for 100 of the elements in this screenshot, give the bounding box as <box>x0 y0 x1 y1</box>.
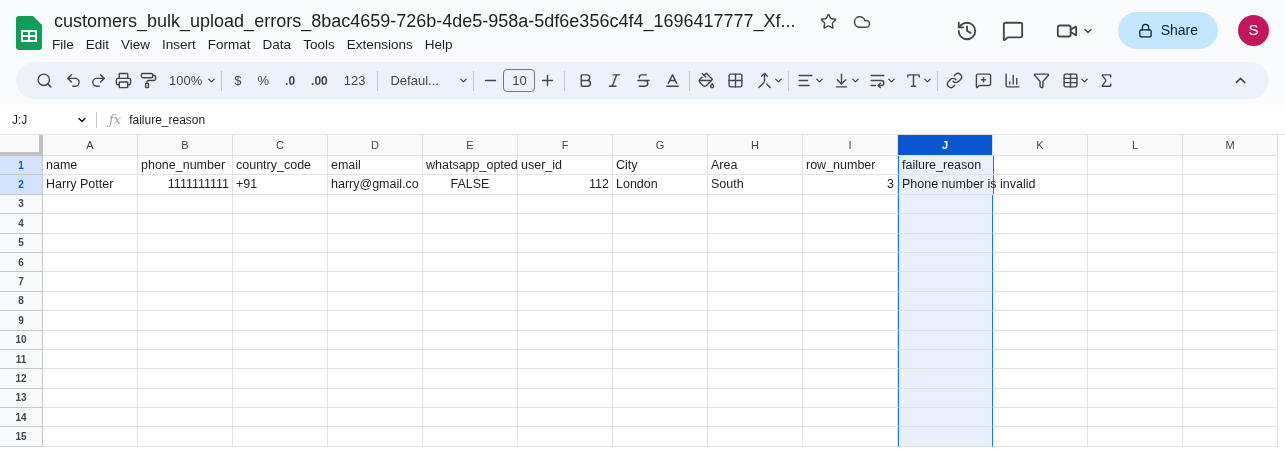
grid-cell[interactable] <box>898 427 993 447</box>
history-icon[interactable] <box>955 19 978 42</box>
grid-cell[interactable] <box>898 408 993 428</box>
cell-text: phone_number <box>141 156 226 174</box>
menu-item[interactable]: Insert <box>156 35 202 56</box>
grid-cell[interactable]: 1111111111 <box>138 175 233 195</box>
grid-cell[interactable] <box>898 369 993 389</box>
menu-item[interactable]: Tools <box>297 35 341 56</box>
column-header[interactable]: D <box>328 135 423 156</box>
grid-cell[interactable]: phone_number <box>138 156 233 176</box>
grid-cell[interactable]: user_id <box>518 156 613 176</box>
grid-cell[interactable]: City <box>613 156 708 176</box>
avatar[interactable]: S <box>1238 15 1269 46</box>
row-header[interactable]: 15 <box>0 427 43 447</box>
caret-icon <box>1079 75 1091 86</box>
font-select[interactable]: Defaul... <box>382 66 463 95</box>
cell-text: South <box>711 176 744 194</box>
column-header[interactable]: H <box>708 135 803 156</box>
grid-cell[interactable]: 112 <box>518 175 613 195</box>
comment-icon[interactable] <box>1001 19 1024 42</box>
select-all-corner[interactable] <box>0 135 43 156</box>
caret-icon <box>850 75 862 86</box>
cell-text: user_id <box>521 156 562 174</box>
row-header[interactable]: 2 <box>0 175 43 195</box>
row-header[interactable]: 7 <box>0 272 43 292</box>
number-format-button[interactable]: 123 <box>335 66 374 95</box>
grid-cell[interactable] <box>898 330 993 350</box>
grid-cell[interactable]: email <box>328 156 423 176</box>
grid-cell[interactable] <box>898 233 993 253</box>
zoom-select[interactable]: 100% <box>161 66 211 95</box>
caret-icon <box>458 75 470 86</box>
column-header[interactable]: L <box>1088 135 1183 156</box>
font-size-field[interactable]: 10 <box>503 69 536 92</box>
cell-text: Harry Potter <box>46 176 114 194</box>
grid-cell[interactable] <box>898 388 993 409</box>
currency-button[interactable]: $ <box>226 66 250 95</box>
decrease-decimal-button[interactable]: .0 <box>277 66 304 95</box>
spreadsheet-logo-icon[interactable] <box>16 16 42 50</box>
column-header[interactable]: M <box>1183 135 1278 156</box>
grid-cell[interactable] <box>898 311 993 331</box>
cell-text: 112 <box>589 176 609 194</box>
cell-text: Area <box>711 156 738 174</box>
menu-item[interactable]: File <box>46 35 80 56</box>
menu-item[interactable]: Format <box>201 35 257 56</box>
column-header[interactable]: K <box>993 135 1088 156</box>
row-header[interactable]: 9 <box>0 311 43 331</box>
column-header[interactable]: F <box>518 135 613 156</box>
column-header[interactable]: A <box>43 135 138 156</box>
grid-cell[interactable]: +91 <box>233 175 328 195</box>
increase-decimal-button[interactable]: .00 <box>303 66 336 95</box>
star-icon[interactable] <box>819 13 837 30</box>
row-header[interactable]: 1 <box>0 156 43 176</box>
percent-button[interactable]: % <box>249 66 278 95</box>
share-button[interactable]: Share <box>1117 12 1218 49</box>
caret-icon <box>206 75 218 86</box>
grid-cell[interactable] <box>898 291 993 312</box>
grid-cell[interactable]: failure_reason <box>898 156 1088 176</box>
grid-cell[interactable]: Area <box>708 156 803 176</box>
row-header[interactable]: 4 <box>0 214 43 234</box>
name-box[interactable]: J:J <box>0 110 96 129</box>
cell-text: City <box>616 156 638 174</box>
cell-text: failure_reason <box>902 156 982 174</box>
lock-icon <box>1137 23 1153 38</box>
cell-text: country_code <box>236 156 312 174</box>
grid-cell[interactable] <box>898 272 993 292</box>
menu-item[interactable]: View <box>115 35 157 56</box>
caret-icon <box>773 75 785 86</box>
menu-item[interactable]: Extensions <box>340 35 419 56</box>
menu-item[interactable]: Data <box>256 35 298 56</box>
cell-text: FALSE <box>450 176 490 194</box>
column-header[interactable]: J <box>898 135 993 156</box>
cell-text: row_number <box>806 156 876 174</box>
grid-cell[interactable] <box>898 194 993 215</box>
cell-text: 3 <box>887 176 894 194</box>
grid-cell[interactable] <box>898 349 993 370</box>
grid-cell[interactable] <box>898 252 993 273</box>
document-title[interactable]: customers_bulk_upload_errors_8bac4659-726b-4de5-958a-5df6e356c4f4_1696417777_Xf... <box>54 8 796 35</box>
cell-text: name <box>46 156 78 174</box>
formula-field[interactable]: failure_reason <box>129 110 206 129</box>
grid-cell[interactable]: London <box>613 175 708 195</box>
grid-cell[interactable]: FALSE <box>423 175 518 195</box>
cell-text: London <box>616 176 658 194</box>
cell-text: 1111111111 <box>167 176 229 194</box>
row-header[interactable]: 12 <box>0 369 43 389</box>
grid-cell[interactable]: Harry Potter <box>43 175 138 195</box>
column-header[interactable]: E <box>423 135 518 156</box>
column-header[interactable]: B <box>138 135 233 156</box>
caret-icon <box>814 75 826 86</box>
cell-text: +91 <box>236 176 258 194</box>
row-header[interactable]: 14 <box>0 408 43 428</box>
grid-cell[interactable]: South <box>708 175 803 195</box>
grid-cell[interactable]: country_code <box>233 156 328 176</box>
column-header[interactable]: C <box>233 135 328 156</box>
grid-cell[interactable] <box>898 214 993 234</box>
menu-item[interactable]: Help <box>418 35 459 56</box>
menu-item[interactable]: Edit <box>79 35 116 56</box>
grid-cell[interactable]: name <box>43 156 138 176</box>
column-header[interactable]: I <box>803 135 898 156</box>
column-header[interactable]: G <box>613 135 708 156</box>
caret-icon <box>886 75 898 86</box>
